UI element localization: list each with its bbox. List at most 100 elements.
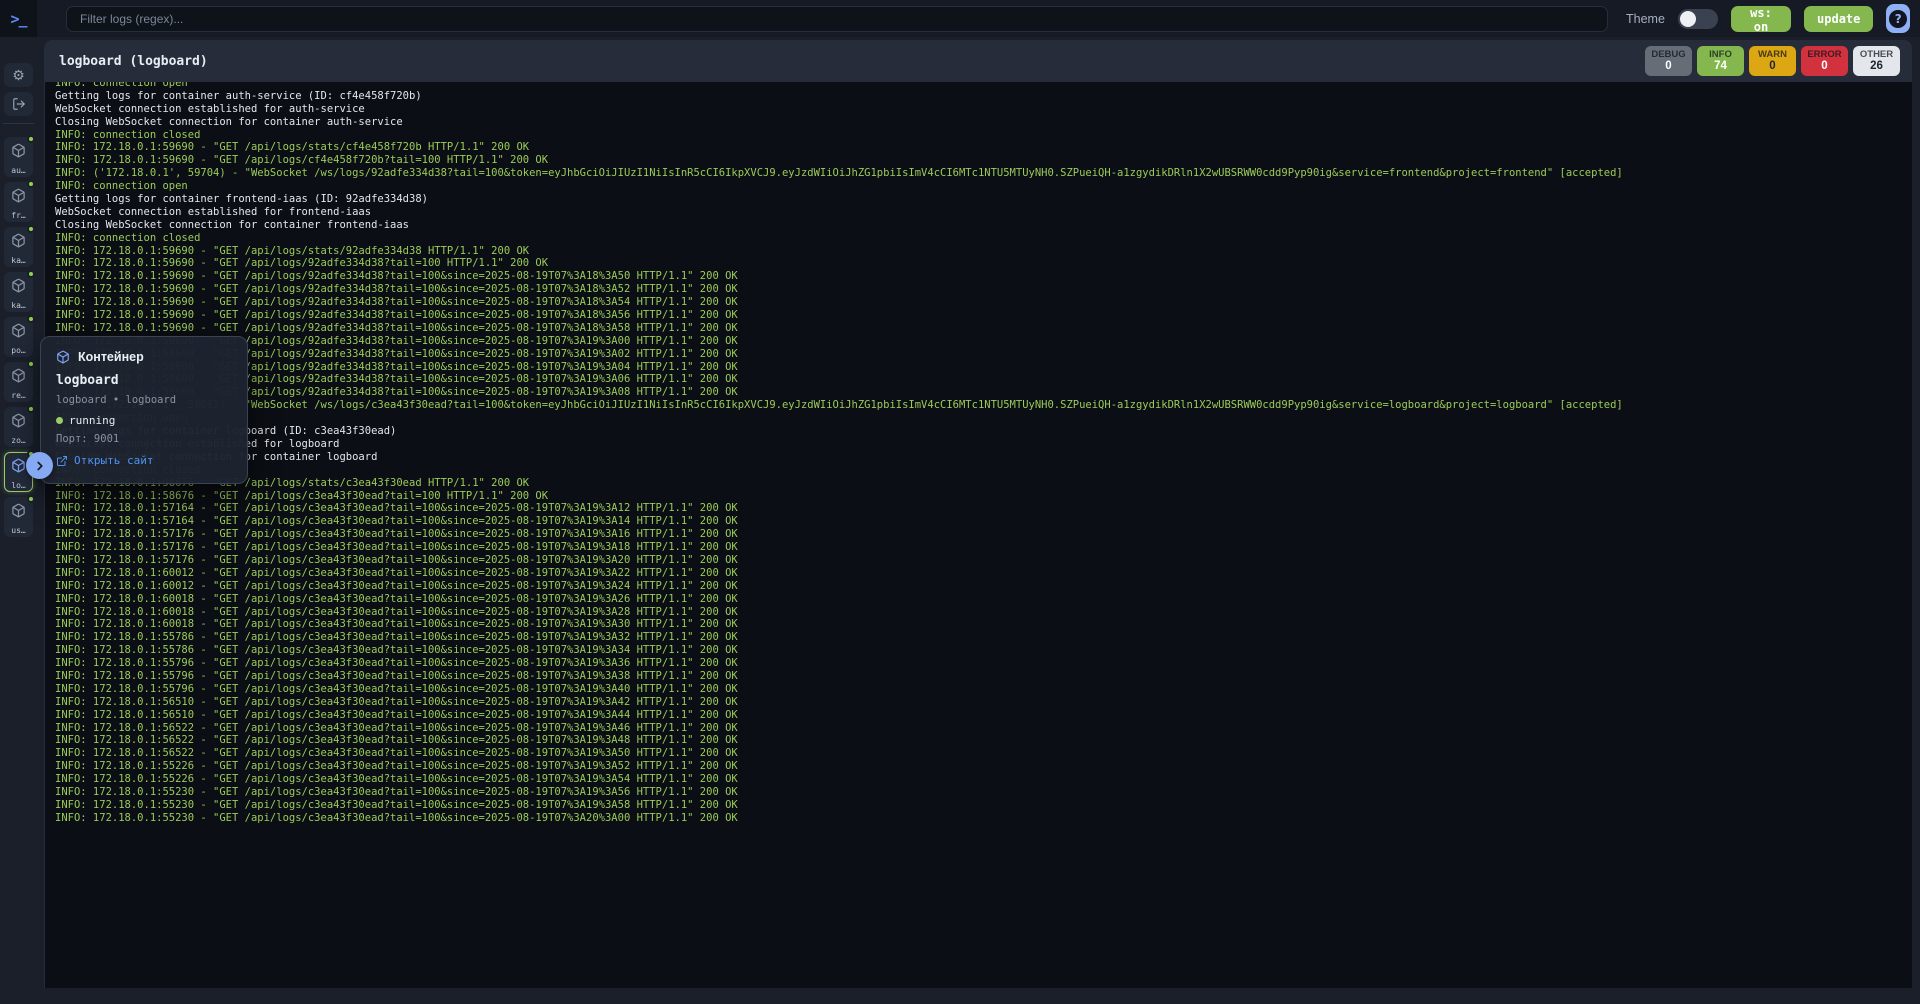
log-line: INFO: connection open — [55, 412, 1912, 425]
log-line: INFO: 172.18.0.1:59690 - "GET /api/logs/… — [55, 257, 1912, 270]
log-line: INFO: 172.18.0.1:57176 - "GET /api/logs/… — [55, 541, 1912, 554]
update-button[interactable]: update — [1804, 6, 1873, 32]
container-box-icon — [11, 233, 26, 253]
logout-icon — [12, 97, 26, 111]
log-line: INFO: 172.18.0.1:58676 - "GET /api/logs/… — [55, 490, 1912, 503]
log-line: INFO: connection closed — [55, 232, 1912, 245]
log-line: Closing WebSocket connection for contain… — [55, 116, 1912, 129]
help-button[interactable]: ? — [1886, 4, 1910, 33]
container-label: ka… — [11, 256, 25, 265]
log-line: INFO: 172.18.0.1:55786 - "GET /api/logs/… — [55, 644, 1912, 657]
log-line: INFO: 172.18.0.1:59690 - "GET /api/logs/… — [55, 309, 1912, 322]
container-box-icon — [11, 323, 26, 343]
badge-label: ERROR — [1807, 49, 1841, 60]
log-line: INFO: 172.18.0.1:59690 - "GET /api/logs/… — [55, 322, 1912, 335]
open-site-link[interactable]: Открыть сайт — [56, 454, 232, 467]
sidebar-container-au[interactable]: au… — [4, 137, 33, 177]
container-box-icon — [11, 413, 26, 433]
badge-other[interactable]: OTHER26 — [1853, 46, 1900, 76]
container-box-icon — [11, 503, 26, 523]
badge-label: OTHER — [1860, 49, 1893, 60]
log-line: INFO: 172.18.0.1:55796 - "GET /api/logs/… — [55, 670, 1912, 683]
sidebar-container-po[interactable]: po… — [4, 317, 33, 357]
badge-count: 74 — [1714, 60, 1727, 73]
app-logo: >_ — [0, 0, 37, 37]
log-line: WebSocket connection established for fro… — [55, 206, 1912, 219]
log-line: INFO: connection open — [55, 180, 1912, 193]
log-line: WebSocket connection established for log… — [55, 438, 1912, 451]
container-list: au…fr…ka…ka…po…re…zo…lo…us… — [4, 137, 33, 537]
container-box-icon — [11, 188, 26, 208]
log-line: INFO: 172.18.0.1:55226 - "GET /api/logs/… — [55, 773, 1912, 786]
log-line: INFO: 172.18.0.1:55230 - "GET /api/logs/… — [55, 812, 1912, 825]
badge-label: WARN — [1758, 49, 1787, 60]
log-line: INFO: 172.18.0.1:55796 - "GET /api/logs/… — [55, 683, 1912, 696]
running-dot-icon — [27, 495, 35, 503]
log-line: INFO: 172.18.0.1:55230 - "GET /api/logs/… — [55, 799, 1912, 812]
container-label: fr… — [11, 211, 25, 220]
log-line: INFO: 172.18.0.1:60018 - "GET /api/logs/… — [55, 618, 1912, 631]
badge-error[interactable]: ERROR0 — [1801, 46, 1848, 76]
container-label: au… — [11, 166, 25, 175]
terminal-prompt-icon: >_ — [10, 10, 26, 28]
settings-button[interactable]: ⚙ — [4, 63, 33, 87]
filter-input[interactable] — [66, 6, 1608, 32]
log-line: INFO: 172.18.0.1:60012 - "GET /api/logs/… — [55, 580, 1912, 593]
container-box-icon — [11, 458, 26, 478]
theme-toggle[interactable] — [1678, 9, 1718, 29]
log-panel-header: logboard (logboard) DEBUG0INFO74WARN0ERR… — [45, 40, 1912, 82]
box-icon — [56, 350, 70, 364]
gear-icon: ⚙ — [12, 67, 25, 84]
topbar-controls: Theme ws: on update ? — [1626, 4, 1920, 33]
log-line: Getting logs for container logboard (ID:… — [55, 425, 1912, 438]
status-dot-icon — [56, 417, 63, 424]
tooltip-container-name: logboard — [56, 373, 232, 388]
badge-count: 0 — [1821, 60, 1827, 73]
log-line: INFO: 172.18.0.1:57176 - "GET /api/logs/… — [55, 554, 1912, 567]
topbar: >_ Theme ws: on update ? — [0, 0, 1920, 37]
toggle-knob-icon — [1680, 11, 1696, 27]
sidebar-container-fr[interactable]: fr… — [4, 182, 33, 222]
sidebar-container-zo[interactable]: zo… — [4, 407, 33, 447]
logout-button[interactable] — [4, 92, 33, 116]
sidebar-container-ka[interactable]: ka… — [4, 272, 33, 312]
running-dot-icon — [27, 180, 35, 188]
log-line: INFO: ('172.18.0.1', 59704) - "WebSocket… — [55, 167, 1912, 180]
log-line: INFO: connection closed — [55, 464, 1912, 477]
log-line: INFO: 172.18.0.1:59690 - "GET /api/logs/… — [55, 245, 1912, 258]
container-box-icon — [11, 143, 26, 163]
ws-toggle-button[interactable]: ws: on — [1731, 6, 1791, 32]
log-line: INFO: 172.18.0.1:59690 - "GET /api/logs/… — [55, 141, 1912, 154]
log-viewport[interactable]: INFO: connection openGetting logs for co… — [45, 82, 1912, 988]
log-line: INFO: 172.18.0.1:59690 - "GET /api/logs/… — [55, 270, 1912, 283]
badge-warn[interactable]: WARN0 — [1749, 46, 1796, 76]
log-line: INFO: 172.18.0.1:55230 - "GET /api/logs/… — [55, 786, 1912, 799]
sidebar-container-ka[interactable]: ka… — [4, 227, 33, 267]
container-label: po… — [11, 346, 25, 355]
log-line: INFO: connection open — [55, 82, 1912, 90]
log-line: INFO: 172.18.0.1:55786 - "GET /api/logs/… — [55, 631, 1912, 644]
running-dot-icon — [27, 315, 35, 323]
badge-label: DEBUG — [1651, 49, 1685, 60]
sidebar-container-us[interactable]: us… — [4, 497, 33, 537]
level-badges: DEBUG0INFO74WARN0ERROR0OTHER26 — [1645, 46, 1900, 76]
badge-debug[interactable]: DEBUG0 — [1645, 46, 1692, 76]
tooltip-kind-label: Контейнер — [78, 350, 144, 364]
log-line: INFO: 172.18.0.1:59690 - "GET /api/logs/… — [55, 361, 1912, 374]
tooltip-status: running — [56, 414, 232, 427]
log-line: INFO: 172.18.0.1:58676 - "GET /api/logs/… — [55, 477, 1912, 490]
log-line: INFO: 172.18.0.1:57176 - "GET /api/logs/… — [55, 528, 1912, 541]
badge-info[interactable]: INFO74 — [1697, 46, 1744, 76]
badge-count: 0 — [1769, 60, 1775, 73]
sidebar-container-re[interactable]: re… — [4, 362, 33, 402]
badge-label: INFO — [1709, 49, 1732, 60]
log-line: INFO: 172.18.0.1:60018 - "GET /api/logs/… — [55, 606, 1912, 619]
log-line: INFO: ('172.18.0.1', 58682) - "WebSocket… — [55, 399, 1912, 412]
log-line: Closing WebSocket connection for contain… — [55, 219, 1912, 232]
container-tooltip: Контейнер logboard logboard • logboard r… — [40, 336, 248, 484]
log-lines: INFO: connection openGetting logs for co… — [55, 82, 1912, 825]
log-line: INFO: 172.18.0.1:59690 - "GET /api/logs/… — [55, 335, 1912, 348]
log-line: WebSocket connection established for aut… — [55, 103, 1912, 116]
open-site-label: Открыть сайт — [74, 454, 153, 467]
expand-sidebar-button[interactable] — [26, 452, 53, 479]
